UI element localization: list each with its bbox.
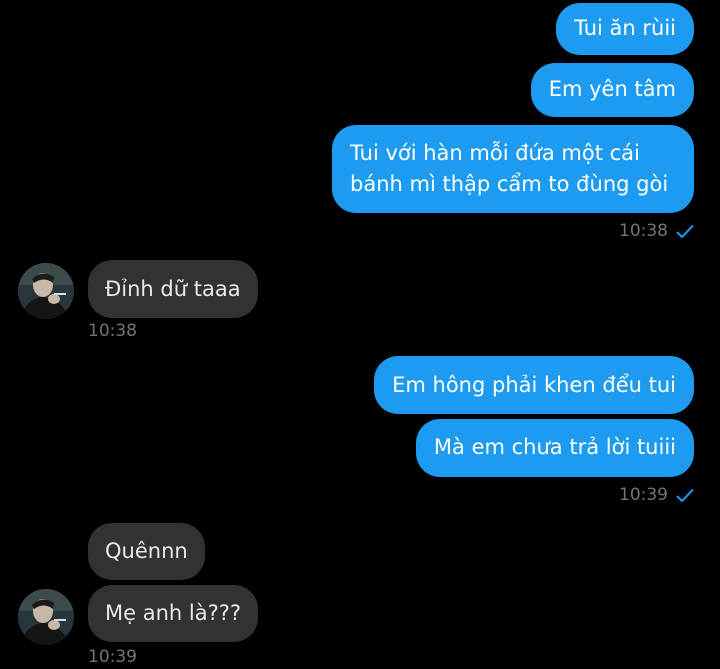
checkmark-icon — [676, 225, 694, 238]
outgoing-message[interactable]: Tui với hàn mỗi đứa một cái bánh mì thập… — [332, 125, 694, 213]
message-timestamp: 10:38 — [619, 221, 668, 241]
avatar[interactable] — [18, 589, 74, 645]
incoming-message[interactable]: Mẹ anh là??? — [88, 585, 259, 642]
checkmark-icon — [676, 489, 694, 502]
outgoing-message[interactable]: Mà em chưa trả lời tuiii — [415, 419, 694, 477]
message-timestamp: 10:38 — [88, 321, 137, 341]
avatar[interactable] — [18, 263, 74, 319]
outgoing-message[interactable]: Em hông phải khen đểu tui — [374, 356, 694, 414]
incoming-message[interactable]: Đỉnh dữ taaa — [88, 260, 258, 318]
message-timestamp: 10:39 — [619, 485, 668, 505]
incoming-message[interactable]: Quênnn — [88, 523, 205, 580]
message-timestamp: 10:39 — [88, 647, 137, 667]
outgoing-message[interactable]: Tui ăn rùii — [556, 3, 694, 55]
outgoing-message[interactable]: Em yên tâm — [530, 63, 694, 117]
chat-thread: Tui ăn rùii Em yên tâm Tui với hàn mỗi đ… — [0, 0, 720, 669]
user-avatar-image — [18, 263, 74, 319]
user-avatar-image — [18, 589, 74, 645]
message-line: bánh mì thập cẩm to đùng gòi — [350, 172, 669, 196]
message-line: Tui với hàn mỗi đứa một cái — [350, 141, 640, 165]
